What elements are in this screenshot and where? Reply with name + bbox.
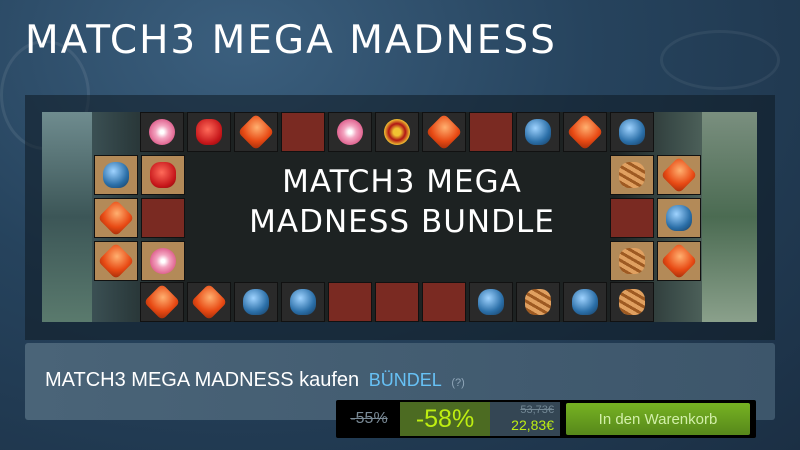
banner-title-line1: MATCH3 MEGA bbox=[282, 164, 522, 200]
flower-gem-icon bbox=[149, 119, 175, 145]
tile bbox=[94, 241, 138, 281]
banner-title: MATCH3 MEGA MADNESS BUNDLE bbox=[212, 162, 592, 242]
rope-gem-icon bbox=[619, 289, 645, 315]
tile bbox=[234, 282, 278, 322]
orange-gem-icon bbox=[660, 242, 698, 280]
vase-gem-icon bbox=[572, 289, 598, 315]
vase-gem-icon bbox=[478, 289, 504, 315]
purchase-title: MATCH3 MEGA MADNESS kaufen BÜNDEL (?) bbox=[45, 369, 465, 392]
purchase-action-bar: -55% -58% 53,73€ 22,83€ In den Warenkorb bbox=[336, 400, 756, 438]
rope-gem-icon bbox=[619, 162, 645, 188]
rope-gem-icon bbox=[525, 289, 551, 315]
tile bbox=[187, 282, 231, 322]
knot-gem-icon bbox=[384, 119, 410, 145]
tile bbox=[94, 198, 138, 238]
tile bbox=[422, 282, 466, 322]
tile bbox=[141, 155, 185, 195]
orange-gem-icon bbox=[143, 283, 181, 321]
price-block: 53,73€ 22,83€ bbox=[490, 402, 560, 436]
final-price: 22,83€ bbox=[511, 417, 554, 433]
orange-gem-icon bbox=[97, 199, 135, 237]
flower-gem-icon bbox=[337, 119, 363, 145]
banner-scenery-right bbox=[702, 112, 757, 322]
vase-gem-icon bbox=[243, 289, 269, 315]
orange-gem-icon bbox=[97, 242, 135, 280]
tile bbox=[469, 282, 513, 322]
tile bbox=[563, 112, 607, 152]
purchase-title-text: MATCH3 MEGA MADNESS kaufen bbox=[45, 369, 360, 391]
tile bbox=[140, 282, 184, 322]
original-price: 53,73€ bbox=[520, 404, 554, 416]
tile bbox=[657, 155, 701, 195]
flower-gem-icon bbox=[150, 248, 176, 274]
tile bbox=[610, 198, 654, 238]
tile bbox=[516, 112, 560, 152]
tile bbox=[422, 112, 466, 152]
previous-discount: -55% bbox=[350, 410, 388, 427]
vase-gem-icon bbox=[525, 119, 551, 145]
bundle-type-label: BÜNDEL bbox=[368, 370, 442, 390]
banner-scenery-left bbox=[42, 112, 92, 322]
tile bbox=[281, 112, 325, 152]
orange-gem-icon bbox=[566, 113, 604, 151]
background-decoration bbox=[660, 30, 780, 90]
tile bbox=[234, 112, 278, 152]
orange-gem-icon bbox=[660, 156, 698, 194]
tile bbox=[140, 112, 184, 152]
tile bbox=[469, 112, 513, 152]
tile bbox=[610, 241, 654, 281]
add-to-cart-button[interactable]: In den Warenkorb bbox=[566, 403, 750, 435]
bundle-help-link[interactable]: (?) bbox=[451, 377, 464, 389]
banner-title-line2: MADNESS BUNDLE bbox=[249, 204, 555, 240]
tile bbox=[657, 241, 701, 281]
discount-badge: -58% bbox=[400, 402, 490, 436]
tile bbox=[563, 282, 607, 322]
tile bbox=[281, 282, 325, 322]
vase-gem-icon bbox=[103, 162, 129, 188]
orange-gem-icon bbox=[425, 113, 463, 151]
tile bbox=[516, 282, 560, 322]
vase-gem-icon bbox=[290, 289, 316, 315]
rope-gem-icon bbox=[619, 248, 645, 274]
tile bbox=[610, 155, 654, 195]
tile bbox=[375, 282, 419, 322]
lantern-gem-icon bbox=[196, 119, 222, 145]
vase-gem-icon bbox=[666, 205, 692, 231]
tile bbox=[141, 198, 185, 238]
orange-gem-icon bbox=[237, 113, 275, 151]
tile bbox=[657, 198, 701, 238]
orange-gem-icon bbox=[190, 283, 228, 321]
tile bbox=[375, 112, 419, 152]
tile bbox=[328, 282, 372, 322]
tile bbox=[610, 282, 654, 322]
tile bbox=[187, 112, 231, 152]
lantern-gem-icon bbox=[150, 162, 176, 188]
tile bbox=[141, 241, 185, 281]
bundle-banner-image: MATCH3 MEGA MADNESS BUNDLE bbox=[42, 112, 757, 322]
tile bbox=[328, 112, 372, 152]
vase-gem-icon bbox=[619, 119, 645, 145]
tile bbox=[94, 155, 138, 195]
page-title: MATCH3 MEGA MADNESS bbox=[25, 18, 557, 63]
tile bbox=[610, 112, 654, 152]
